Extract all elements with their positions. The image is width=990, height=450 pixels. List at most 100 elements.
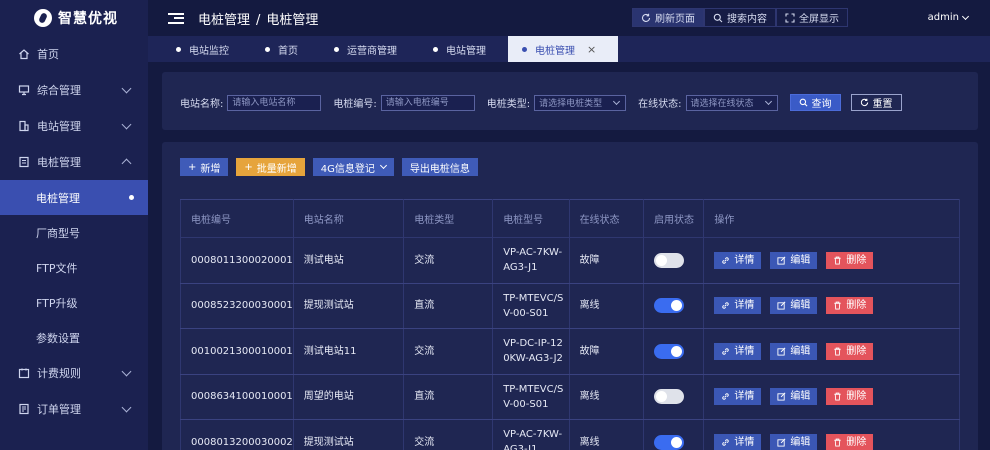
active-dot <box>129 195 134 200</box>
sidebar-item-label: 厂商型号 <box>36 226 80 240</box>
pile-no-input[interactable]: 请输入电桩编号 <box>380 94 475 111</box>
reset-button[interactable]: 重置 <box>850 94 902 111</box>
edit-button[interactable]: 编辑 <box>770 433 818 450</box>
cell-station: 提现测试站 <box>292 282 405 329</box>
chevron-down-icon <box>379 161 387 170</box>
sidebar-item-billing[interactable]: 计费规则 <box>0 355 148 391</box>
enable-toggle[interactable] <box>653 434 684 450</box>
plus-icon: + <box>244 161 253 173</box>
cell-pile-no: 0008013200030002 <box>180 419 294 450</box>
sidebar-item-station[interactable]: 电站管理 <box>0 108 148 144</box>
user-menu[interactable]: admin <box>928 12 970 23</box>
cell-pile-no: 0008523200030001 <box>180 282 294 329</box>
fullscreen-label: 全屏显示 <box>799 14 839 25</box>
batch-add-button[interactable]: + 批量新增 <box>236 158 305 176</box>
edit-button[interactable]: 编辑 <box>770 342 818 360</box>
sidebar-subitem-vendor-model[interactable]: 厂商型号 <box>0 215 148 250</box>
close-icon[interactable]: × <box>587 43 596 56</box>
model-line: AG3-J1 <box>503 444 538 450</box>
sidebar-item-home[interactable]: 首页 <box>0 36 148 72</box>
refresh-button[interactable]: 刷新页面 <box>632 8 704 27</box>
refresh-label: 刷新页面 <box>655 14 695 25</box>
enable-toggle[interactable] <box>653 389 684 405</box>
edit-button[interactable]: 编辑 <box>770 388 818 406</box>
delete-button[interactable]: 删除 <box>826 297 874 315</box>
station-name-input[interactable]: 请输入电站名称 <box>227 94 322 111</box>
monitor-icon <box>18 84 30 96</box>
register-4g-dropdown[interactable]: 4G信息登记 <box>312 158 394 176</box>
col-header-enabled: 启用状态 <box>642 199 705 238</box>
cell-actions: 详情 编辑 删除 <box>703 373 960 420</box>
brand-name: 智慧优视 <box>58 11 118 27</box>
export-label: 导出电桩信息 <box>409 163 470 175</box>
detail-button[interactable]: 详情 <box>714 297 762 315</box>
reset-label: 重置 <box>872 99 893 110</box>
delete-button[interactable]: 删除 <box>826 342 874 360</box>
register-4g-label: 4G信息登记 <box>320 163 375 175</box>
cell-station: 测试电站11 <box>292 328 405 375</box>
tab-pile[interactable]: 电桩管理 × <box>508 36 619 62</box>
cell-enabled <box>642 237 705 284</box>
online-status-placeholder: 请选择在线状态 <box>690 99 754 109</box>
fullscreen-button[interactable]: 全屏显示 <box>776 8 848 27</box>
pile-type-select[interactable]: 请选择电桩类型 <box>534 94 627 111</box>
enable-toggle[interactable] <box>653 343 684 359</box>
detail-label: 详情 <box>734 391 755 403</box>
enable-toggle[interactable] <box>653 252 684 268</box>
sidebar-item-pile[interactable]: 电桩管理 <box>0 144 148 180</box>
link-icon <box>722 348 730 355</box>
brand-logo[interactable]: 智慧优视 <box>0 0 148 36</box>
tab-dot <box>265 46 270 52</box>
detail-button[interactable]: 详情 <box>714 342 762 360</box>
chevron-down-icon <box>121 402 132 413</box>
tab-station[interactable]: 电站管理 <box>419 36 508 62</box>
export-button[interactable]: 导出电桩信息 <box>401 158 478 176</box>
delete-button[interactable]: 删除 <box>826 388 874 406</box>
cell-pile-no: 0008011300020001 <box>180 237 294 284</box>
cell-online: 故障 <box>568 328 644 375</box>
fullscreen-icon <box>785 12 795 23</box>
cell-model: VP-AC-7KW- AG3-J1 <box>492 419 570 450</box>
sidebar-subitem-pile-manage[interactable]: 电桩管理 <box>0 180 148 215</box>
trash-icon <box>834 347 842 356</box>
cell-model: VP-DC-IP-12 0KW-AG3-J2 <box>492 328 570 375</box>
detail-button[interactable]: 详情 <box>714 433 762 450</box>
sidebar-subitem-ftp-upgrade[interactable]: FTP升级 <box>0 285 148 320</box>
add-button[interactable]: + 新增 <box>180 158 229 176</box>
cell-type: 直流 <box>403 373 494 420</box>
sidebar-item-label: 首页 <box>37 48 59 61</box>
delete-label: 删除 <box>846 436 867 448</box>
breadcrumb-item[interactable]: 电桩管理 <box>198 13 250 28</box>
sidebar-item-label: 电桩管理 <box>37 156 81 169</box>
online-status-label: 在线状态: <box>638 99 682 110</box>
sidebar-item-orders[interactable]: 订单管理 <box>0 391 148 427</box>
toggle-knob <box>670 345 682 357</box>
sidebar-subitem-ftp-file[interactable]: FTP文件 <box>0 250 148 285</box>
tab-dot <box>522 46 527 52</box>
delete-button[interactable]: 删除 <box>826 433 874 450</box>
sidebar-item-label: FTP文件 <box>36 261 78 275</box>
edit-button[interactable]: 编辑 <box>770 251 818 269</box>
enable-toggle[interactable] <box>653 298 684 314</box>
cell-model: VP-AC-7KW- AG3-J1 <box>492 237 570 284</box>
top-header: 电桩管理 / 电桩管理 刷新页面 搜索内容 全屏显示 admin <box>148 0 990 36</box>
tab-operator[interactable]: 运营商管理 <box>320 36 419 62</box>
online-status-select[interactable]: 请选择在线状态 <box>685 94 778 111</box>
search-button[interactable]: 搜索内容 <box>704 8 776 27</box>
delete-button[interactable]: 删除 <box>826 251 874 269</box>
detail-button[interactable]: 详情 <box>714 251 762 269</box>
detail-label: 详情 <box>734 436 755 448</box>
model-line: AG3-J1 <box>503 262 538 274</box>
chevron-down-icon <box>613 97 621 105</box>
sidebar-subitem-params[interactable]: 参数设置 <box>0 320 148 355</box>
cell-station: 提现测试站 <box>292 419 405 450</box>
tab-station-monitor[interactable]: 电站监控 <box>162 36 251 62</box>
edit-button[interactable]: 编辑 <box>770 297 818 315</box>
menu-toggle-icon[interactable] <box>168 12 184 24</box>
detail-button[interactable]: 详情 <box>714 388 762 406</box>
cell-type: 交流 <box>403 237 494 284</box>
query-button[interactable]: 查询 <box>789 94 841 111</box>
model-line: TP-MTEVC/S <box>503 292 564 304</box>
sidebar-item-general[interactable]: 综合管理 <box>0 72 148 108</box>
tab-home[interactable]: 首页 <box>251 36 320 62</box>
